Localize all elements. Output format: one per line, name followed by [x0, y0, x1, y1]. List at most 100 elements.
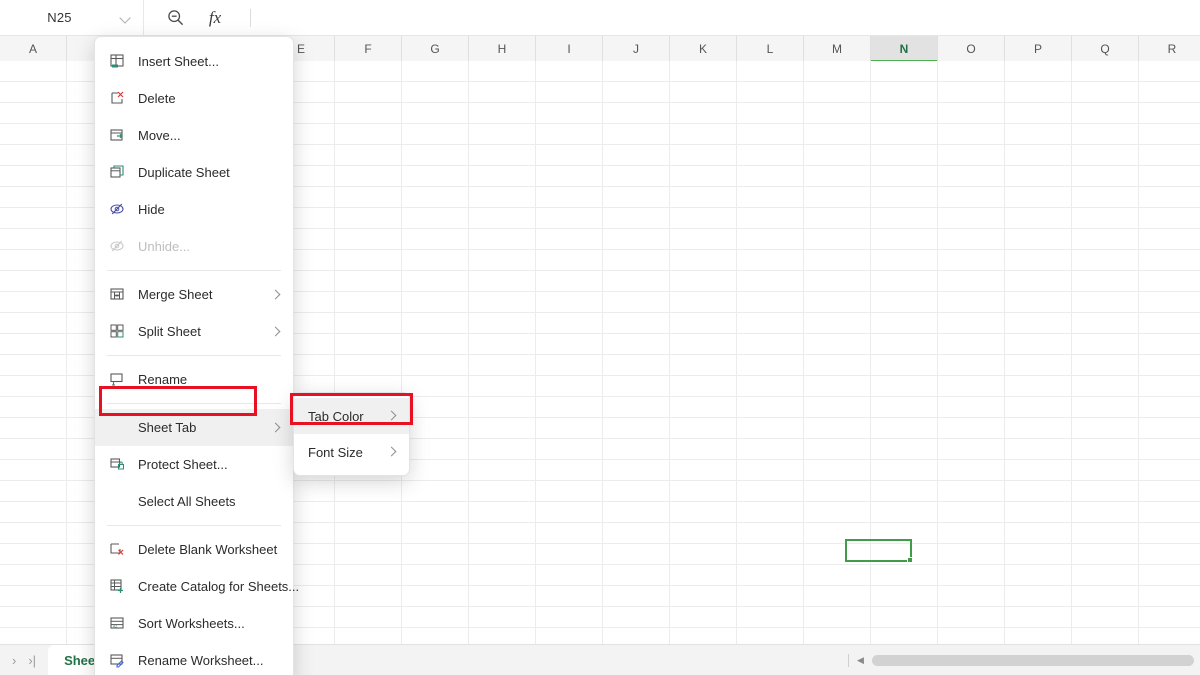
grid-cell[interactable] — [871, 586, 938, 607]
grid-cell[interactable] — [1005, 313, 1072, 334]
grid-cell[interactable] — [737, 376, 804, 397]
grid-cell[interactable] — [469, 523, 536, 544]
grid-cell[interactable] — [469, 355, 536, 376]
grid-cell[interactable] — [670, 481, 737, 502]
grid-cell[interactable] — [402, 82, 469, 103]
grid-cell[interactable] — [1139, 292, 1200, 313]
grid-cell[interactable] — [1072, 586, 1139, 607]
grid-cell[interactable] — [536, 523, 603, 544]
grid-cell[interactable] — [938, 418, 1005, 439]
grid-cell[interactable] — [402, 355, 469, 376]
grid-cell[interactable] — [1139, 103, 1200, 124]
grid-cell[interactable] — [335, 334, 402, 355]
grid-cell[interactable] — [804, 586, 871, 607]
grid-cell[interactable] — [536, 502, 603, 523]
menu-item-delete[interactable]: Delete — [95, 80, 293, 117]
grid-cell[interactable] — [536, 607, 603, 628]
grid-cell[interactable] — [469, 208, 536, 229]
grid-cell[interactable] — [670, 523, 737, 544]
grid-cell[interactable] — [402, 376, 469, 397]
grid-cell[interactable] — [1072, 82, 1139, 103]
grid-cell[interactable] — [938, 61, 1005, 82]
grid-cell[interactable] — [603, 334, 670, 355]
grid-cell[interactable] — [938, 544, 1005, 565]
grid-cell[interactable] — [0, 145, 67, 166]
grid-cell[interactable] — [737, 187, 804, 208]
grid-cell[interactable] — [871, 103, 938, 124]
grid-cell[interactable] — [536, 481, 603, 502]
grid-cell[interactable] — [804, 355, 871, 376]
grid-cell[interactable] — [402, 460, 469, 481]
grid-cell[interactable] — [402, 628, 469, 644]
grid-cell[interactable] — [670, 187, 737, 208]
grid-cell[interactable] — [938, 292, 1005, 313]
grid-cell[interactable] — [670, 229, 737, 250]
fx-function-icon[interactable]: fx — [204, 7, 226, 29]
grid-cell[interactable] — [938, 334, 1005, 355]
column-header-k[interactable]: K — [670, 36, 737, 61]
grid-cell[interactable] — [335, 166, 402, 187]
grid-cell[interactable] — [804, 61, 871, 82]
grid-cell[interactable] — [938, 355, 1005, 376]
submenu-item-font-size[interactable]: Font Size — [294, 434, 409, 470]
grid-cell[interactable] — [469, 565, 536, 586]
grid-cell[interactable] — [603, 439, 670, 460]
grid-cell[interactable] — [1005, 544, 1072, 565]
sheet-tab-submenu[interactable]: Tab Color Font Size — [293, 392, 410, 476]
grid-cell[interactable] — [1072, 523, 1139, 544]
grid-cell[interactable] — [0, 313, 67, 334]
grid-cell[interactable] — [335, 229, 402, 250]
grid-cell[interactable] — [938, 187, 1005, 208]
grid-cell[interactable] — [469, 103, 536, 124]
grid-cell[interactable] — [335, 502, 402, 523]
grid-cell[interactable] — [1072, 481, 1139, 502]
grid-cell[interactable] — [603, 376, 670, 397]
grid-cell[interactable] — [335, 586, 402, 607]
grid-cell[interactable] — [1072, 355, 1139, 376]
grid-cell[interactable] — [670, 208, 737, 229]
grid-cell[interactable] — [0, 607, 67, 628]
horizontal-scrollbar-thumb[interactable] — [871, 654, 1194, 666]
grid-cell[interactable] — [938, 82, 1005, 103]
grid-cell[interactable] — [536, 124, 603, 145]
grid-cell[interactable] — [335, 82, 402, 103]
grid-cell[interactable] — [1005, 124, 1072, 145]
grid-cell[interactable] — [603, 145, 670, 166]
grid-cell[interactable] — [603, 481, 670, 502]
grid-cell[interactable] — [1072, 103, 1139, 124]
grid-cell[interactable] — [1139, 124, 1200, 145]
grid-cell[interactable] — [536, 271, 603, 292]
grid-cell[interactable] — [402, 439, 469, 460]
column-header-g[interactable]: G — [402, 36, 469, 61]
grid-cell[interactable] — [536, 250, 603, 271]
grid-cell[interactable] — [402, 61, 469, 82]
menu-item-rename-worksheet[interactable]: Rename Worksheet... — [95, 642, 293, 675]
grid-cell[interactable] — [603, 565, 670, 586]
grid-cell[interactable] — [1139, 439, 1200, 460]
grid-cell[interactable] — [469, 187, 536, 208]
grid-cell[interactable] — [1005, 229, 1072, 250]
grid-cell[interactable] — [871, 271, 938, 292]
grid-cell[interactable] — [402, 208, 469, 229]
grid-cell[interactable] — [0, 544, 67, 565]
grid-cell[interactable] — [0, 439, 67, 460]
column-header-f[interactable]: F — [335, 36, 402, 61]
grid-cell[interactable] — [1139, 565, 1200, 586]
grid-cell[interactable] — [469, 313, 536, 334]
grid-cell[interactable] — [335, 565, 402, 586]
grid-cell[interactable] — [737, 439, 804, 460]
grid-cell[interactable] — [536, 208, 603, 229]
menu-item-split-sheet[interactable]: Split Sheet — [95, 313, 293, 350]
grid-cell[interactable] — [1005, 82, 1072, 103]
grid-cell[interactable] — [536, 334, 603, 355]
grid-cell[interactable] — [670, 376, 737, 397]
grid-cell[interactable] — [402, 544, 469, 565]
grid-cell[interactable] — [871, 481, 938, 502]
grid-cell[interactable] — [1005, 250, 1072, 271]
grid-cell[interactable] — [938, 145, 1005, 166]
grid-cell[interactable] — [1005, 565, 1072, 586]
grid-cell[interactable] — [737, 145, 804, 166]
grid-cell[interactable] — [1072, 565, 1139, 586]
grid-cell[interactable] — [469, 544, 536, 565]
grid-cell[interactable] — [1072, 334, 1139, 355]
